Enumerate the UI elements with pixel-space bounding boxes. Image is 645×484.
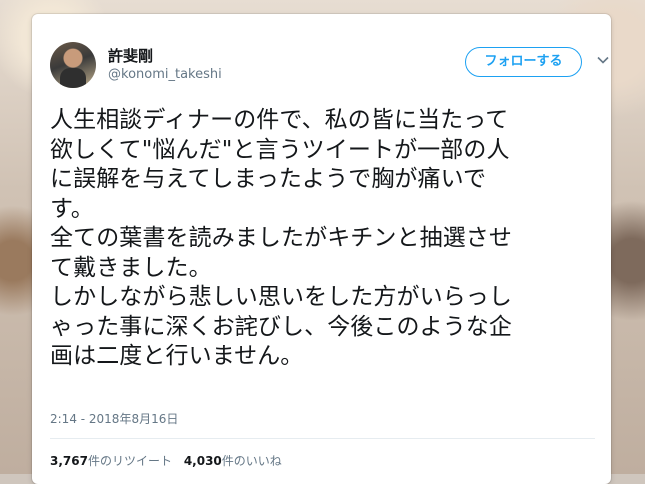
user-display-name[interactable]: 許斐剛 [108, 45, 153, 66]
chevron-down-icon[interactable] [596, 53, 610, 67]
tweet-line: しかしながら悲しい思いをした方がいらっし [50, 284, 512, 310]
avatar-figure [60, 68, 86, 88]
tweet-line: 全ての葉書を読みましたがキチンと抽選させ [50, 225, 512, 251]
tweet-line: す。 [50, 195, 94, 222]
avatar[interactable] [50, 42, 96, 88]
tweet-line: に誤解を与えてしまったようで胸が痛いで [50, 166, 487, 192]
retweets-label: 件のリツイート [87, 454, 172, 468]
likes-count: 4,030 [183, 454, 222, 468]
tweet-line: て戴きました。 [50, 254, 212, 281]
divider [50, 438, 595, 439]
tweet-line: ゃった事に深くお詫びし、今後このような企 [50, 313, 512, 340]
tweet-stats: 3,767件のリツイート 4,030件のいいね [50, 452, 290, 469]
likes-label: 件のいいね [221, 454, 282, 468]
follow-button[interactable]: フォローする [465, 47, 582, 77]
tweet-card: 許斐剛 @konomi_takeshi フォローする 人生相談ディナーの件で、私… [32, 14, 611, 484]
tweet-header: 許斐剛 @konomi_takeshi フォローする [50, 42, 609, 92]
tweet-timestamp[interactable]: 2:14 - 2018年8月16日 [50, 410, 178, 427]
retweets-count: 3,767 [50, 454, 88, 468]
tweet-text: 人生相談ディナーの件で、私の皆に当たって 欲しくて"悩んだ"と言うツイートが一部… [50, 106, 610, 372]
likes-stat[interactable]: 4,030件のいいね [184, 454, 282, 468]
tweet-line: 欲しくて"悩んだ"と言うツイートが一部の人 [50, 136, 510, 163]
user-handle[interactable]: @konomi_takeshi [108, 67, 222, 82]
tweet-line: 人生相談ディナーの件で、私の皆に当たって [50, 107, 509, 133]
retweets-stat[interactable]: 3,767件のリツイート [50, 454, 172, 468]
tweet-line: 画は二度と行いません。 [50, 343, 304, 369]
